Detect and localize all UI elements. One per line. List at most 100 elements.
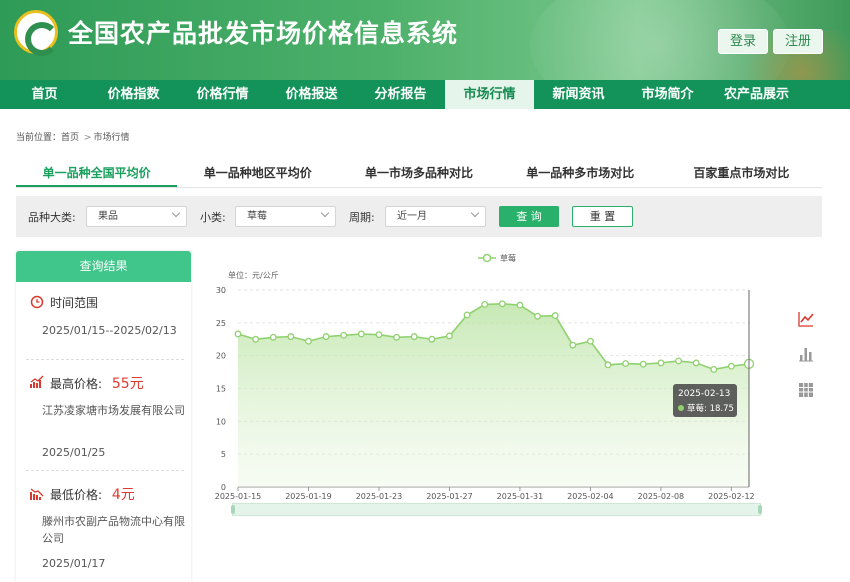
data-point[interactable] (498, 300, 506, 308)
data-point[interactable] (322, 333, 330, 341)
data-point[interactable] (340, 331, 348, 339)
chevron-down-icon (171, 208, 181, 218)
category-select[interactable]: 果品 (86, 206, 187, 227)
register-button[interactable]: 注册 (773, 29, 823, 54)
data-point[interactable] (710, 366, 718, 373)
min-price-label: 最低价格: 4元 (50, 484, 135, 504)
y-tick-label: 25 (216, 319, 226, 328)
data-point[interactable] (287, 333, 295, 341)
chevron-down-icon (320, 208, 330, 218)
data-point[interactable] (604, 361, 612, 369)
login-button[interactable]: 登录 (718, 29, 768, 54)
legend-marker (482, 253, 492, 263)
breadcrumb-current: 市场行情 (93, 133, 130, 143)
data-point[interactable] (516, 301, 524, 309)
zoom-handle-left[interactable] (231, 505, 235, 514)
data-point[interactable] (534, 312, 542, 320)
data-point[interactable] (445, 332, 453, 340)
period-select[interactable]: 近一月 (385, 206, 486, 227)
nav-item-price-index[interactable]: 价格指数 (89, 80, 178, 109)
y-tick-label: 5 (221, 450, 226, 459)
tooltip-date: 2025-02-13 (678, 389, 730, 399)
data-point[interactable] (357, 330, 365, 338)
data-point[interactable] (675, 357, 682, 365)
max-price-label: 最高价格: 55元 (50, 373, 144, 393)
subcategory-select-value: 草莓 (247, 211, 267, 222)
data-point[interactable] (569, 341, 577, 349)
nav-item-price-quotes[interactable]: 价格行情 (178, 80, 267, 109)
x-tick-label: 2025-01-27 (426, 492, 473, 501)
data-point[interactable] (622, 360, 630, 367)
data-point[interactable] (410, 333, 418, 341)
tab-national-average[interactable]: 单一品种全国平均价 (16, 160, 178, 187)
y-tick-label: 0 (221, 483, 226, 492)
category-select-value: 果品 (98, 211, 118, 222)
data-point[interactable] (428, 335, 436, 343)
zoom-handle-right[interactable] (758, 505, 762, 514)
max-price-label-text: 最高价格: (50, 377, 103, 391)
breadcrumb-home[interactable]: 首页 (61, 133, 79, 143)
data-point[interactable] (305, 337, 312, 345)
x-tick-label: 2025-02-08 (638, 492, 685, 501)
min-price-date: 2025/01/17 (42, 557, 106, 570)
data-point[interactable] (481, 300, 489, 308)
tab-single-variety-multi-market[interactable]: 单一品种多市场对比 (500, 160, 661, 187)
nav-item-market-quotes[interactable]: 市场行情 (445, 80, 534, 109)
tab-regional-average[interactable]: 单一品种地区平均价 (177, 160, 338, 187)
data-point[interactable] (375, 331, 383, 339)
y-tick-label: 30 (216, 286, 226, 295)
nav-item-price-report[interactable]: 价格报送 (267, 80, 356, 109)
min-price-value: 4元 (111, 487, 135, 503)
data-point[interactable] (234, 330, 242, 338)
tab-key-markets[interactable]: 百家重点市场对比 (661, 160, 822, 187)
query-button[interactable]: 查 询 (499, 206, 559, 227)
x-tick-label: 2025-02-12 (708, 492, 755, 501)
data-point[interactable] (551, 312, 559, 320)
y-tick-label: 15 (216, 385, 226, 394)
min-price-label-text: 最低价格: (50, 488, 103, 502)
data-point[interactable] (463, 311, 471, 319)
nav-item-home[interactable]: 首页 (0, 80, 89, 109)
series-area (238, 303, 749, 487)
nav-item-news[interactable]: 新闻资讯 (534, 80, 623, 109)
data-point[interactable] (586, 337, 594, 345)
table-view-icon[interactable] (797, 381, 815, 399)
chart-legend[interactable]: 草莓 (478, 253, 516, 263)
data-point[interactable] (393, 333, 401, 341)
bar-chart-icon[interactable] (797, 345, 815, 363)
max-price-market: 江苏凌家塘市场发展有限公司 (42, 404, 185, 417)
nav-item-market-intro[interactable]: 市场简介 (623, 80, 712, 109)
unit-label: 单位：元/公斤 (228, 270, 279, 280)
subcategory-select[interactable]: 草莓 (235, 206, 336, 227)
site-title: 全国农产品批发市场价格信息系统 (68, 19, 459, 48)
result-panel: 查询结果 时间范围 2025/01/15--2025/02/13 最高价格: 5… (16, 251, 191, 582)
trend-up-icon (30, 375, 44, 388)
line-chart-icon[interactable] (797, 310, 815, 328)
data-point[interactable] (657, 359, 665, 367)
max-price-value: 55元 (111, 376, 144, 392)
site-logo[interactable] (14, 10, 59, 56)
tab-single-market-multi-variety[interactable]: 单一市场多品种对比 (338, 160, 499, 187)
y-tick-label: 20 (216, 352, 226, 361)
x-tick-label: 2025-01-23 (356, 492, 403, 501)
y-tick-label: 10 (216, 417, 226, 426)
period-label: 周期: (349, 211, 375, 224)
data-point[interactable] (692, 359, 700, 367)
site-header: 全国农产品批发市场价格信息系统 登录 注册 (0, 0, 850, 80)
data-point[interactable] (252, 335, 260, 343)
price-chart-svg: 单位：元/公斤 草莓 0 5 10 15 20 25 30 2025-01-15 2025-01… (215, 253, 755, 501)
breadcrumb: 当前位置：首页 > 市场行情 (16, 130, 129, 143)
data-zoom-slider[interactable] (231, 503, 762, 516)
divider (26, 470, 184, 471)
reset-button[interactable]: 重 置 (572, 206, 633, 227)
data-point[interactable] (639, 360, 647, 368)
nav-item-product-showcase[interactable]: 农产品展示 (712, 80, 801, 109)
data-point[interactable] (269, 333, 277, 341)
filter-bar: 品种大类: 果品 小类: 草莓 周期: 近一月 查 询 重 置 (16, 196, 822, 237)
trend-down-icon (30, 488, 44, 500)
nav-item-analysis[interactable]: 分析报告 (356, 80, 445, 109)
divider (26, 359, 184, 360)
data-point[interactable] (727, 362, 735, 370)
breadcrumb-prefix: 当前位置： (16, 133, 62, 143)
period-select-value: 近一月 (397, 211, 427, 222)
